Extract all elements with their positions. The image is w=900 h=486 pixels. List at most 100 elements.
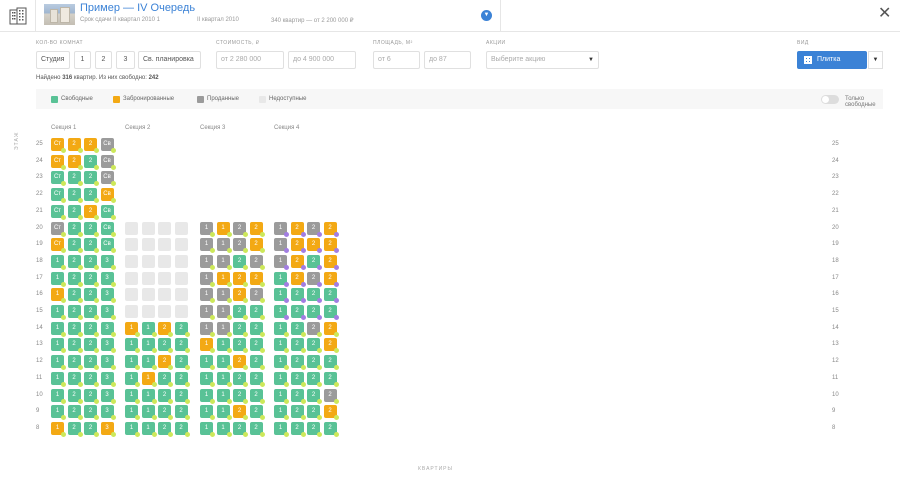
chevron-down-icon[interactable]: ▼ xyxy=(481,10,492,21)
apartment-cell-reserved[interactable]: 3 xyxy=(100,421,116,437)
apartment-cell-free[interactable]: 1 xyxy=(51,338,66,354)
apartment-cell-reserved[interactable]: 2 xyxy=(323,221,339,237)
apartment-cell-free[interactable]: 2 xyxy=(290,405,306,421)
apartment-cell-free[interactable]: 1 xyxy=(125,405,140,421)
apartment-cell-free[interactable]: 2 xyxy=(67,238,83,254)
apartment-cell-reserved[interactable]: 2 xyxy=(290,221,306,237)
apartment-cell-free[interactable]: 1 xyxy=(216,405,232,421)
apartment-cell-free[interactable]: 1 xyxy=(141,388,157,404)
apartment-cell-free[interactable]: 2 xyxy=(84,171,99,187)
apartment-cell-free[interactable]: 3 xyxy=(100,305,116,320)
apartment-cell-sold[interactable]: 1 xyxy=(216,238,232,254)
apartment-cell-sold[interactable]: 1 xyxy=(200,238,215,254)
apartment-cell-sold[interactable]: 1 xyxy=(216,321,232,337)
apartment-cell-free[interactable]: 2 xyxy=(158,388,173,404)
apartment-cell-free[interactable]: 1 xyxy=(216,388,232,404)
apartment-cell-free[interactable]: 2 xyxy=(174,338,190,354)
apartment-cell-free[interactable]: 1 xyxy=(141,338,157,354)
apartment-cell-free[interactable]: 2 xyxy=(249,421,265,437)
apartment-cell-sold[interactable]: 1 xyxy=(216,288,232,304)
apartment-cell-free[interactable]: 3 xyxy=(100,338,116,354)
apartment-cell-reserved[interactable]: 2 xyxy=(290,238,306,254)
apartment-cell-reserved[interactable]: 2 xyxy=(84,138,99,153)
apartment-cell-reserved[interactable]: 2 xyxy=(323,405,339,421)
apartment-cell-free[interactable]: 2 xyxy=(290,305,306,320)
apartment-cell-free[interactable]: 2 xyxy=(158,338,173,354)
apartment-cell-sold[interactable]: 1 xyxy=(274,238,289,254)
apartment-cell-free[interactable]: 1 xyxy=(51,271,66,287)
apartment-cell-sold[interactable]: 2 xyxy=(307,271,322,287)
apartment-cell-sold[interactable]: Св xyxy=(100,171,116,187)
apartment-cell-free[interactable]: 2 xyxy=(67,388,83,404)
apartment-cell-free[interactable]: 2 xyxy=(67,405,83,421)
apartment-cell-reserved[interactable]: 2 xyxy=(323,271,339,287)
apartment-cell-free[interactable]: 2 xyxy=(233,321,248,337)
apartment-cell-sold[interactable]: Св xyxy=(100,154,116,170)
area-from-input[interactable]: от 6 xyxy=(373,51,420,69)
apartment-cell-free[interactable]: 2 xyxy=(307,305,322,320)
apartment-cell-free[interactable]: 2 xyxy=(174,355,190,371)
apartment-cell-reserved[interactable]: 1 xyxy=(51,288,66,304)
apartment-cell-free[interactable]: 2 xyxy=(158,371,173,387)
apartment-cell-sold[interactable]: 2 xyxy=(249,288,265,304)
apartment-cell-free[interactable]: 1 xyxy=(274,321,289,337)
apartment-cell-free[interactable]: 1 xyxy=(51,371,66,387)
apartment-cell-reserved[interactable]: 2 xyxy=(290,254,306,270)
apartment-cell-reserved[interactable]: 2 xyxy=(323,254,339,270)
apartment-cell-free[interactable]: 2 xyxy=(290,338,306,354)
apartment-cell-free[interactable]: 2 xyxy=(67,421,83,437)
apartment-cell-free[interactable]: 1 xyxy=(125,388,140,404)
apartment-cell-free[interactable]: 3 xyxy=(100,388,116,404)
close-icon[interactable]: ✕ xyxy=(878,6,891,22)
apartment-cell-free[interactable]: 2 xyxy=(233,388,248,404)
apartment-cell-free[interactable]: 2 xyxy=(307,371,322,387)
apartment-cell-sold[interactable]: 2 xyxy=(323,388,339,404)
apartment-cell-free[interactable]: 2 xyxy=(67,254,83,270)
apartment-cell-free[interactable]: 1 xyxy=(200,405,215,421)
apartment-cell-reserved[interactable]: 2 xyxy=(158,355,173,371)
apartment-cell-reserved[interactable]: 1 xyxy=(51,421,66,437)
apartment-cell-sold[interactable]: Св xyxy=(100,138,116,153)
apartment-cell-free[interactable]: 2 xyxy=(84,254,99,270)
apartment-cell-reserved[interactable]: 2 xyxy=(323,238,339,254)
apartment-cell-free[interactable]: 2 xyxy=(67,355,83,371)
apartment-cell-sold[interactable]: 2 xyxy=(249,254,265,270)
room-option-2[interactable]: 2 xyxy=(95,51,112,69)
apartment-cell-free[interactable]: 2 xyxy=(84,271,99,287)
apartment-cell-reserved[interactable]: 1 xyxy=(200,338,215,354)
apartment-cell-free[interactable]: 1 xyxy=(51,321,66,337)
apartment-cell-free[interactable]: 2 xyxy=(307,338,322,354)
apartment-cell-free[interactable]: 1 xyxy=(141,421,157,437)
apartment-cell-free[interactable]: 1 xyxy=(125,338,140,354)
apartment-cell-free[interactable]: 2 xyxy=(67,338,83,354)
apartment-cell-free[interactable]: 2 xyxy=(158,405,173,421)
apartment-cell-free[interactable]: 2 xyxy=(290,288,306,304)
apartment-cell-free[interactable]: 1 xyxy=(141,355,157,371)
apartment-cell-free[interactable]: Ст xyxy=(51,188,66,204)
apartment-cell-sold[interactable]: Ст xyxy=(51,221,66,237)
apartment-cell-reserved[interactable]: Ст xyxy=(51,138,66,153)
apartment-cell-free[interactable]: 2 xyxy=(307,421,322,437)
apartment-cell-free[interactable]: 1 xyxy=(216,421,232,437)
apartment-cell-free[interactable]: 1 xyxy=(274,288,289,304)
apartment-cell-free[interactable]: Св xyxy=(100,221,116,237)
apartment-cell-free[interactable]: 3 xyxy=(100,355,116,371)
apartment-cell-free[interactable]: 2 xyxy=(323,421,339,437)
view-dropdown-toggle[interactable]: ▼ xyxy=(868,51,883,69)
apartment-cell-free[interactable]: 2 xyxy=(290,388,306,404)
apartment-cell-free[interactable]: 2 xyxy=(67,188,83,204)
apartment-cell-free[interactable]: 2 xyxy=(307,405,322,421)
apartment-cell-free[interactable]: 2 xyxy=(84,154,99,170)
apartment-cell-free[interactable]: 1 xyxy=(200,421,215,437)
apartment-cell-free[interactable]: 2 xyxy=(67,221,83,237)
apartment-cell-free[interactable]: 2 xyxy=(174,421,190,437)
apartment-cell-reserved[interactable]: 2 xyxy=(84,204,99,220)
apartment-cell-free[interactable]: 2 xyxy=(290,321,306,337)
apartment-cell-reserved[interactable]: 2 xyxy=(67,154,83,170)
apartment-cell-reserved[interactable]: 2 xyxy=(233,271,248,287)
apartment-cell-free[interactable]: 2 xyxy=(249,388,265,404)
apartment-cell-free[interactable]: 2 xyxy=(290,421,306,437)
apartment-cell-free[interactable]: 1 xyxy=(51,305,66,320)
apartment-cell-sold[interactable]: 1 xyxy=(200,271,215,287)
apartment-cell-sold[interactable]: 2 xyxy=(307,221,322,237)
